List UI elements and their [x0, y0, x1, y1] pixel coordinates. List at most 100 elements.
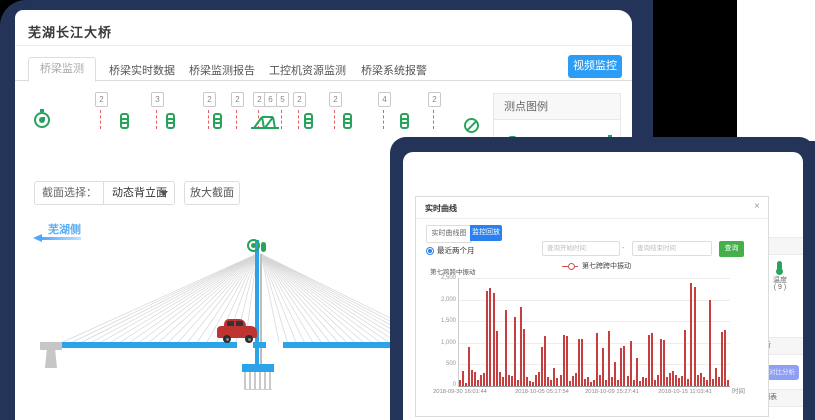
chain-icon[interactable]	[400, 113, 409, 129]
tower-sensor-icon	[247, 239, 260, 252]
chart-bar	[560, 375, 562, 386]
y-tick: 2,500	[426, 275, 456, 281]
sensor-count-badge: 2	[95, 92, 108, 107]
tab-system-alarm[interactable]: 桥梁系统报警	[361, 62, 427, 78]
tab-realtime-data[interactable]: 桥梁实时数据	[109, 62, 175, 78]
truss-icon[interactable]	[250, 111, 280, 131]
bridge-tower-pole	[260, 254, 262, 376]
chart-bar	[660, 339, 662, 386]
x-tick: 2018-10-09 15:27:41	[582, 389, 642, 395]
gauge-icon[interactable]	[34, 112, 50, 128]
chart-bar	[526, 377, 528, 387]
realtime-curve-dialog: 实时曲线 × 实时曲线图 监控回放 最近两个月 - 查询 第七跨跨中振动 第七跨…	[415, 196, 769, 417]
tab-monitoring-report[interactable]: 桥梁监测报告	[189, 62, 255, 78]
chart-bar	[687, 379, 689, 386]
tabbar-divider	[15, 80, 632, 81]
radio-last-two-months[interactable]	[426, 247, 434, 255]
chart-bar	[666, 377, 668, 386]
chart-bar	[678, 378, 680, 386]
chart-bar	[486, 291, 488, 386]
query-button[interactable]: 查询	[719, 241, 744, 257]
x-tick: 2018-10-15 11:03:41	[655, 389, 715, 395]
chart-bar	[496, 331, 498, 386]
sensor-count-badge: 4	[378, 92, 391, 107]
sensor-count-badge: 2	[329, 92, 342, 107]
tab-ipc-resource[interactable]: 工控机资源监测	[269, 62, 346, 78]
chart-bar	[517, 380, 519, 386]
chart-bar	[715, 368, 717, 386]
chart-bar	[697, 375, 699, 386]
chart-bar	[471, 370, 473, 386]
chart-bar	[587, 377, 589, 387]
section-dropdown[interactable]: 动态背立面	[103, 181, 175, 205]
tower-foundation	[242, 364, 274, 372]
tab-bridge-monitoring[interactable]: 桥梁监测	[28, 57, 96, 82]
section-dropdown-value: 动态背立面	[112, 187, 167, 199]
chart-bar	[465, 383, 467, 387]
chart-bar	[538, 372, 540, 386]
chart-bar	[654, 380, 656, 387]
chart-bar	[684, 330, 686, 386]
chain-icon[interactable]	[304, 113, 313, 129]
divider	[15, 45, 632, 46]
sensor-dash-line	[100, 110, 101, 129]
chart-bar	[535, 375, 537, 386]
sensor-dash-line	[334, 110, 335, 129]
chart-bar	[556, 378, 558, 386]
sensor-count-badge: 2	[203, 92, 216, 107]
chart-bar	[499, 372, 501, 386]
chart-bar	[605, 380, 607, 386]
chart-bar	[508, 375, 510, 386]
video-monitor-button[interactable]: 视频监控	[568, 55, 622, 78]
chain-icon[interactable]	[120, 113, 129, 129]
close-icon[interactable]: ×	[754, 201, 760, 212]
chain-icon[interactable]	[213, 113, 222, 129]
legend-panel-title: 测点图例	[494, 94, 620, 120]
bridge-deck	[283, 342, 397, 348]
tower-foundation-hatch	[244, 372, 272, 390]
screen: 芜湖长江大桥 桥梁监测 桥梁实时数据 桥梁监测报告 工控机资源监测 桥梁系统报警…	[0, 0, 815, 420]
thermometer-icon[interactable]	[777, 261, 782, 271]
compare-analysis-button[interactable]: 对比分析	[765, 365, 799, 380]
chart-bar	[623, 346, 625, 386]
chart-bar	[633, 380, 635, 387]
chart-bar	[681, 376, 683, 386]
chart-bar	[639, 381, 641, 386]
chart-bar	[584, 379, 586, 386]
sensor-count-badge: 3	[151, 92, 164, 107]
legend-marker-ring	[568, 263, 575, 270]
page-title: 芜湖长江大桥	[28, 22, 112, 41]
sensor-dash-line	[383, 110, 384, 129]
popup-window: 测点图例 温度 ( 9 ) 对比分析 对比分析 振动测点列表 实时曲线 × 实时…	[390, 137, 815, 420]
query-end-time-input[interactable]	[632, 241, 712, 256]
sensor-count-badge: 2	[293, 92, 306, 107]
chart-bar	[477, 380, 479, 386]
chart-bar	[480, 375, 482, 386]
chart-bar	[541, 347, 543, 386]
sensor-count-badge: 2	[231, 92, 244, 107]
no-entry-icon[interactable]	[464, 118, 479, 133]
chain-icon[interactable]	[166, 113, 175, 129]
chart-bar	[569, 381, 571, 386]
chart-bar	[608, 331, 610, 386]
chart-bar	[590, 382, 592, 386]
sensor-dash-line	[236, 110, 237, 129]
y-tick: 1,000	[426, 340, 456, 346]
chart-bar	[614, 362, 616, 386]
chart-bar	[645, 378, 647, 386]
chart-bar	[566, 336, 568, 386]
chart-bar	[630, 341, 632, 386]
tab-realtime-curve[interactable]: 实时曲线图	[426, 225, 472, 243]
chart-bar	[550, 380, 552, 386]
zoom-section-button[interactable]: 放大截面	[184, 181, 240, 205]
chart-bar	[581, 339, 583, 387]
chart-legend-label[interactable]: 第七跨跨中振动	[582, 261, 631, 271]
tab-playback[interactable]: 监控回放	[470, 225, 502, 241]
dialog-title: 实时曲线	[425, 203, 457, 214]
chart-bar	[544, 336, 546, 386]
chart-bar	[648, 335, 650, 386]
sensor-dash-line	[281, 110, 282, 129]
chain-icon[interactable]	[343, 113, 352, 129]
query-start-time-input[interactable]	[542, 241, 620, 256]
chart-bar	[700, 373, 702, 386]
